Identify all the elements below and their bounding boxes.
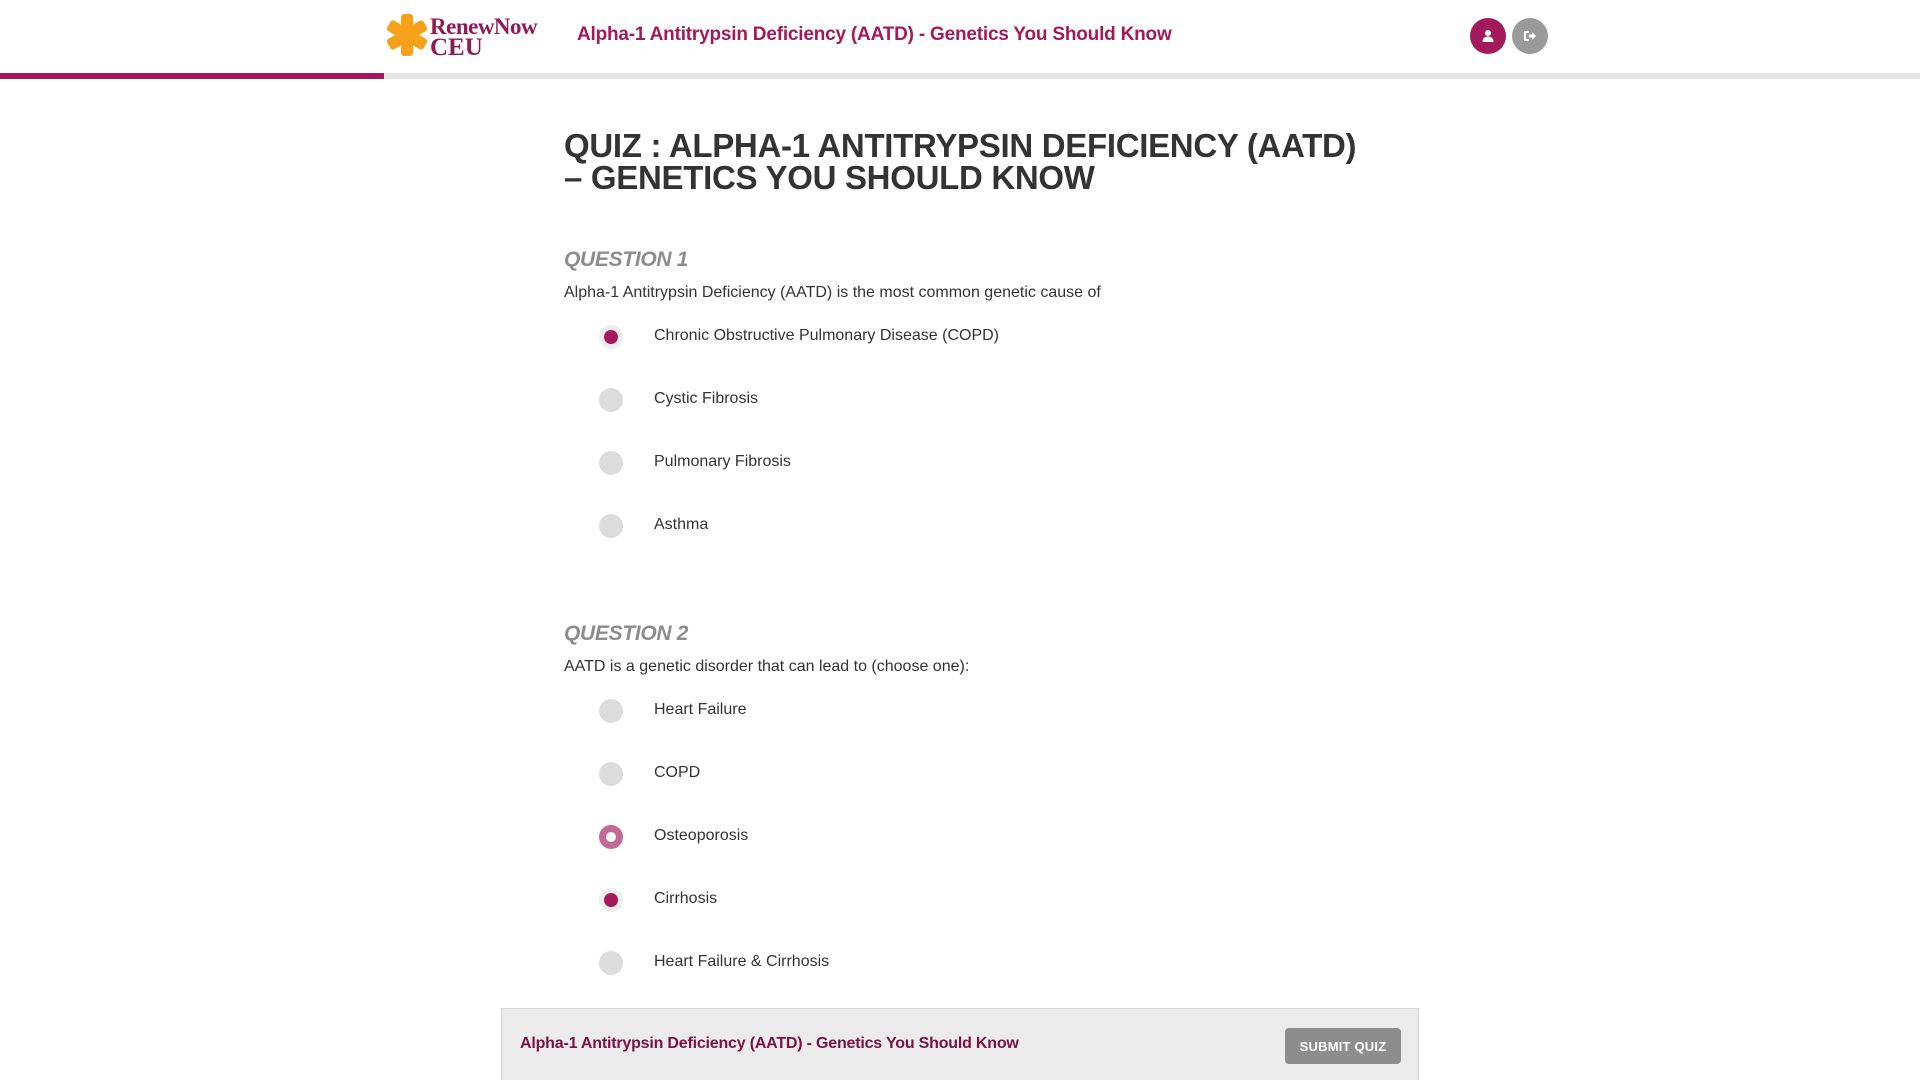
radio-button[interactable] xyxy=(599,825,623,849)
answer-option[interactable]: Heart Failure xyxy=(564,699,969,762)
answer-option[interactable]: Cirrhosis xyxy=(564,888,969,951)
user-icon xyxy=(1482,30,1494,42)
radio-button[interactable] xyxy=(599,325,623,349)
radio-button[interactable] xyxy=(599,388,623,412)
radio-button[interactable] xyxy=(599,888,623,912)
answer-label[interactable]: Pulmonary Fibrosis xyxy=(654,453,791,471)
star-of-life-icon xyxy=(386,14,428,56)
quiz-content: QUIZ : ALPHA-1 ANTITRYPSIN DEFICIENCY (A… xyxy=(564,127,1364,975)
course-title: Alpha-1 Antitrypsin Deficiency (AATD) - … xyxy=(577,24,1172,45)
sign-out-icon xyxy=(1524,31,1536,41)
radio-button[interactable] xyxy=(599,762,623,786)
footer-course-title: Alpha-1 Antitrypsin Deficiency (AATD) - … xyxy=(520,1035,1019,1052)
answer-option[interactable]: Pulmonary Fibrosis xyxy=(564,451,1101,514)
answer-label[interactable]: Cirrhosis xyxy=(654,890,717,908)
radio-button[interactable] xyxy=(599,514,623,538)
answer-options: Chronic Obstructive Pulmonary Disease (C… xyxy=(564,325,1101,577)
question-text: AATD is a genetic disorder that can lead… xyxy=(564,658,970,675)
answer-label[interactable]: Cystic Fibrosis xyxy=(654,390,758,408)
question-heading: QUESTION 1 xyxy=(564,248,689,271)
profile-button[interactable] xyxy=(1470,18,1506,54)
question-text: Alpha-1 Antitrypsin Deficiency (AATD) is… xyxy=(564,284,1101,301)
answer-label[interactable]: Asthma xyxy=(654,516,708,534)
answer-option[interactable]: Osteoporosis xyxy=(564,825,969,888)
answer-label[interactable]: COPD xyxy=(654,764,700,782)
answer-label[interactable]: Heart Failure xyxy=(654,701,746,719)
question-2: QUESTION 2 AATD is a genetic disorder th… xyxy=(564,622,969,1014)
answer-label[interactable]: Chronic Obstructive Pulmonary Disease (C… xyxy=(654,327,999,345)
course-progress-fill xyxy=(0,73,384,79)
answer-label[interactable]: Osteoporosis xyxy=(654,827,748,845)
renewnow-ceu-logo[interactable]: RenewNow CEU xyxy=(384,12,554,62)
logout-button[interactable] xyxy=(1512,18,1548,54)
quiz-title: QUIZ : ALPHA-1 ANTITRYPSIN DEFICIENCY (A… xyxy=(564,127,1357,196)
question-heading: QUESTION 2 xyxy=(564,622,689,645)
radio-button[interactable] xyxy=(599,951,623,975)
answer-option[interactable]: Asthma xyxy=(564,514,1101,577)
answer-label[interactable]: Heart Failure & Cirrhosis xyxy=(654,953,829,971)
site-header: RenewNow CEU Alpha-1 Antitrypsin Deficie… xyxy=(0,0,1920,79)
answer-option[interactable]: Heart Failure & Cirrhosis xyxy=(564,951,969,1014)
answer-option[interactable]: COPD xyxy=(564,762,969,825)
submit-quiz-button[interactable]: SUBMIT QUIZ xyxy=(1285,1028,1401,1064)
answer-options: Heart Failure COPD Osteoporosis Cirrhosi… xyxy=(564,699,969,1014)
radio-button[interactable] xyxy=(599,699,623,723)
course-progress-bar xyxy=(0,73,1920,79)
answer-option[interactable]: Chronic Obstructive Pulmonary Disease (C… xyxy=(564,325,1101,388)
logo-text-ceu: CEU xyxy=(430,34,483,61)
quiz-footer-bar: Alpha-1 Antitrypsin Deficiency (AATD) - … xyxy=(501,1008,1419,1080)
answer-option[interactable]: Cystic Fibrosis xyxy=(564,388,1101,451)
question-1: QUESTION 1 Alpha-1 Antitrypsin Deficienc… xyxy=(564,248,1101,577)
radio-button[interactable] xyxy=(599,451,623,475)
